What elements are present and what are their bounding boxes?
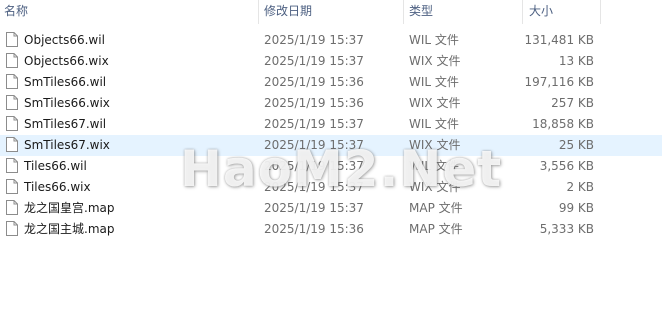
file-name: 龙之国皇宫.map <box>24 201 115 215</box>
file-size: 257 KB <box>551 96 594 110</box>
file-row[interactable]: Objects66.wil 2025/1/19 15:37 WIL 文件 131… <box>0 30 662 51</box>
file-date: 2025/1/19 15:37 <box>264 138 364 152</box>
file-row[interactable]: SmTiles66.wix 2025/1/19 15:36 WIX 文件 257… <box>0 93 662 114</box>
file-list: Objects66.wil 2025/1/19 15:37 WIL 文件 131… <box>0 30 662 240</box>
file-size: 197,116 KB <box>524 75 594 89</box>
column-header-name[interactable]: 名称 <box>4 0 254 24</box>
column-header: ^ 名称 修改日期 类型 大小 <box>0 0 662 24</box>
file-size: 5,333 KB <box>539 222 594 236</box>
file-name: Tiles66.wil <box>24 159 87 173</box>
file-row[interactable]: 龙之国皇宫.map 2025/1/19 15:37 MAP 文件 99 KB <box>0 198 662 219</box>
file-icon <box>6 53 18 68</box>
file-icon <box>6 32 18 47</box>
file-icon <box>6 95 18 110</box>
file-row[interactable]: SmTiles66.wil 2025/1/19 15:36 WIL 文件 197… <box>0 72 662 93</box>
file-size: 131,481 KB <box>524 33 594 47</box>
file-row[interactable]: Objects66.wix 2025/1/19 15:37 WIX 文件 13 … <box>0 51 662 72</box>
file-name: SmTiles67.wix <box>24 138 110 152</box>
file-name: SmTiles66.wix <box>24 96 110 110</box>
file-date: 2025/1/19 15:37 <box>264 201 364 215</box>
file-date: 2025/1/19 15:37 <box>264 33 364 47</box>
file-icon <box>6 221 18 236</box>
file-name: SmTiles67.wil <box>24 117 107 131</box>
column-divider[interactable] <box>600 0 601 24</box>
file-row[interactable]: Tiles66.wil 2025/1/19 15:37 WIL 文件 3,556… <box>0 156 662 177</box>
file-row[interactable]: Tiles66.wix 2025/1/19 15:37 WIX 文件 2 KB <box>0 177 662 198</box>
file-icon <box>6 74 18 89</box>
column-header-date[interactable]: 修改日期 <box>264 0 399 24</box>
column-divider[interactable] <box>403 0 404 24</box>
file-icon <box>6 200 18 215</box>
file-row[interactable]: 龙之国主城.map 2025/1/19 15:36 MAP 文件 5,333 K… <box>0 219 662 240</box>
file-icon <box>6 179 18 194</box>
file-size: 3,556 KB <box>539 159 594 173</box>
file-size: 18,858 KB <box>532 117 594 131</box>
column-header-type[interactable]: 类型 <box>409 0 519 24</box>
file-date: 2025/1/19 15:37 <box>264 54 364 68</box>
column-divider[interactable] <box>522 0 523 24</box>
file-icon <box>6 137 18 152</box>
file-date: 2025/1/19 15:36 <box>264 222 364 236</box>
file-size: 13 KB <box>558 54 594 68</box>
column-divider[interactable] <box>258 0 259 24</box>
file-name: Tiles66.wix <box>24 180 91 194</box>
file-name: Objects66.wix <box>24 54 109 68</box>
file-date: 2025/1/19 15:37 <box>264 159 364 173</box>
file-row[interactable]: SmTiles67.wil 2025/1/19 15:37 WIL 文件 18,… <box>0 114 662 135</box>
file-size: 99 KB <box>558 201 594 215</box>
file-date: 2025/1/19 15:36 <box>264 96 364 110</box>
file-row-hovered[interactable]: SmTiles67.wix 2025/1/19 15:37 WIX 文件 25 … <box>0 135 662 156</box>
file-name: 龙之国主城.map <box>24 222 115 236</box>
file-icon <box>6 116 18 131</box>
file-icon <box>6 158 18 173</box>
file-date: 2025/1/19 15:37 <box>264 117 364 131</box>
file-size: 2 KB <box>566 180 594 194</box>
file-name: SmTiles66.wil <box>24 75 107 89</box>
file-type: WIX 文件 <box>409 138 461 152</box>
file-date: 2025/1/19 15:37 <box>264 180 364 194</box>
file-name: Objects66.wil <box>24 33 105 47</box>
column-header-size[interactable]: 大小 <box>529 0 599 24</box>
file-size: 25 KB <box>558 138 594 152</box>
file-date: 2025/1/19 15:36 <box>264 75 364 89</box>
